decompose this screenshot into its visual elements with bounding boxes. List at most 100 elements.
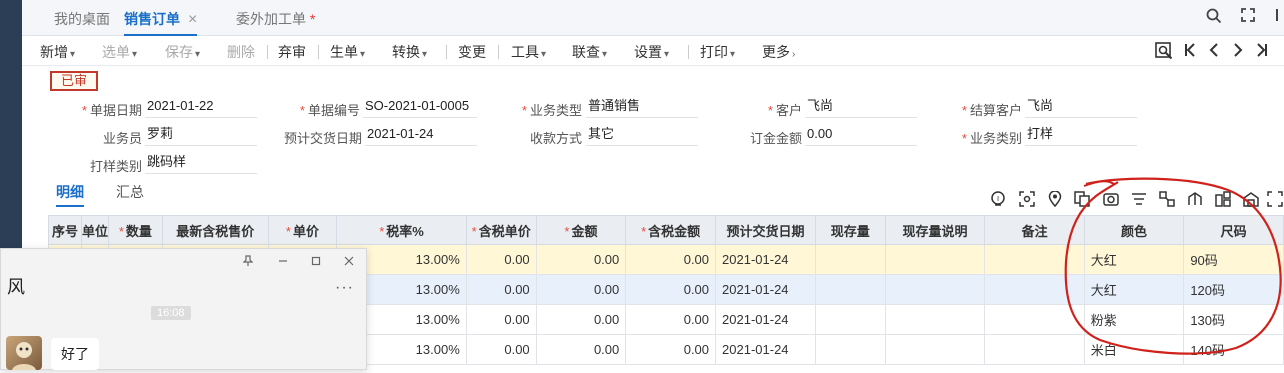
find-icon[interactable] xyxy=(1155,42,1173,65)
change-button[interactable]: 变更 xyxy=(458,42,486,62)
generate-button[interactable]: 生单 ▾ xyxy=(330,42,365,62)
close-icon[interactable] xyxy=(344,255,354,270)
settings-button[interactable]: 设置 ▾ xyxy=(634,42,669,62)
column-header[interactable]: 预计交货日期 xyxy=(715,215,816,245)
search-icon[interactable] xyxy=(1205,8,1223,26)
salesperson-field[interactable]: 罗莉 xyxy=(145,124,257,146)
minimize-icon[interactable] xyxy=(278,255,288,270)
table-cell[interactable]: 0.00 xyxy=(535,334,627,365)
lookup-button[interactable]: 联查 ▾ xyxy=(572,42,607,62)
table-cell[interactable]: 2021-01-24 xyxy=(715,304,816,335)
table-cell[interactable] xyxy=(984,274,1085,305)
location-icon[interactable] xyxy=(1046,190,1064,209)
expand-icon[interactable] xyxy=(1239,8,1257,26)
table-cell[interactable] xyxy=(884,334,986,365)
new-button[interactable]: 新增 ▾ xyxy=(40,42,75,62)
business-category-field[interactable]: 打样 xyxy=(1025,124,1137,146)
column-header[interactable]: 现存量 xyxy=(814,215,886,245)
more-button[interactable]: 更多 › xyxy=(762,42,795,62)
filter-icon[interactable] xyxy=(1130,191,1148,209)
table-cell[interactable]: 0.00 xyxy=(625,334,717,365)
column-header[interactable]: * 含税单价 xyxy=(465,215,537,245)
table-cell[interactable]: 0.00 xyxy=(625,244,717,275)
close-window-icon[interactable] xyxy=(1272,8,1284,26)
table-cell[interactable]: 130码 xyxy=(1183,304,1284,335)
table-cell[interactable] xyxy=(814,244,886,275)
column-header[interactable]: * 含税金额 xyxy=(625,215,717,245)
table-cell[interactable]: 0.00 xyxy=(465,244,537,275)
table-cell[interactable]: 0.00 xyxy=(535,274,627,305)
table-cell[interactable]: 大红 xyxy=(1083,274,1185,305)
table-cell[interactable]: 0.00 xyxy=(535,304,627,335)
save-button[interactable]: 保存 ▾ xyxy=(165,42,200,62)
warehouse-icon[interactable] xyxy=(1242,191,1260,209)
split-icon[interactable] xyxy=(1158,191,1176,209)
previous-record-icon[interactable] xyxy=(1208,41,1220,64)
table-cell[interactable]: 0.00 xyxy=(465,304,537,335)
column-header[interactable]: 备注 xyxy=(984,215,1085,245)
table-cell[interactable]: 0.00 xyxy=(625,274,717,305)
convert-button[interactable]: 转换 ▾ xyxy=(392,42,427,62)
table-cell[interactable]: 120码 xyxy=(1183,274,1284,305)
column-header[interactable]: * 金额 xyxy=(535,215,627,245)
business-type-field[interactable]: 普通销售 xyxy=(586,96,698,118)
table-cell[interactable] xyxy=(984,304,1085,335)
table-cell[interactable]: 粉紫 xyxy=(1083,304,1185,335)
fullscreen-icon[interactable] xyxy=(1266,191,1284,209)
table-cell[interactable] xyxy=(884,274,986,305)
print-button[interactable]: 打印 ▾ xyxy=(700,42,735,62)
table-cell[interactable] xyxy=(814,334,886,365)
table-cell[interactable] xyxy=(814,304,886,335)
column-header[interactable]: 颜色 xyxy=(1083,215,1185,245)
table-cell[interactable]: 140码 xyxy=(1183,334,1284,365)
customer-field[interactable]: 飞尚 xyxy=(805,96,917,118)
last-record-icon[interactable] xyxy=(1256,41,1268,64)
tools-button[interactable]: 工具 ▾ xyxy=(511,42,546,62)
table-cell[interactable]: 0.00 xyxy=(625,304,717,335)
sample-category-field[interactable]: 跳码样 xyxy=(145,152,257,174)
tab-my-desktop[interactable]: 我的桌面 xyxy=(54,0,110,36)
deposit-amount-field[interactable]: 0.00 xyxy=(805,124,917,146)
table-cell[interactable]: 大红 xyxy=(1083,244,1185,275)
table-cell[interactable] xyxy=(884,244,986,275)
column-header[interactable]: * 税率% xyxy=(336,215,467,245)
next-record-icon[interactable] xyxy=(1232,41,1244,64)
more-options-icon[interactable]: ··· xyxy=(335,279,354,297)
merge-icon[interactable] xyxy=(1186,191,1204,209)
column-header[interactable]: * 单价 xyxy=(267,215,338,245)
column-header[interactable]: 最新含税售价 xyxy=(161,215,269,245)
delete-button[interactable]: 删除 xyxy=(227,42,255,62)
camera-icon[interactable] xyxy=(1102,191,1120,209)
select-doc-button[interactable]: 选单 ▾ xyxy=(102,42,137,62)
table-cell[interactable] xyxy=(984,244,1085,275)
first-record-icon[interactable] xyxy=(1184,41,1196,64)
tab-detail[interactable]: 明细 xyxy=(56,182,84,207)
tab-sales-order[interactable]: 销售订单 × xyxy=(124,0,198,36)
table-cell[interactable] xyxy=(814,274,886,305)
maximize-icon[interactable] xyxy=(311,255,321,270)
tab-outsourcing-order[interactable]: 委外加工单 * xyxy=(236,0,315,36)
column-header[interactable]: 单位 xyxy=(80,215,109,245)
table-cell[interactable]: 2021-01-24 xyxy=(715,274,816,305)
table-cell[interactable]: 90码 xyxy=(1183,244,1284,275)
payment-method-field[interactable]: 其它 xyxy=(586,124,698,146)
barcode-icon[interactable]: I xyxy=(989,191,1007,209)
pin-icon[interactable] xyxy=(242,255,254,270)
table-cell[interactable]: 2021-01-24 xyxy=(715,334,816,365)
chat-window[interactable]: 风 ··· 16:08 好了 xyxy=(0,248,367,370)
column-header[interactable]: 序号 xyxy=(48,215,82,245)
expected-delivery-field[interactable]: 2021-01-24 xyxy=(365,124,477,146)
tab-summary[interactable]: 汇总 xyxy=(116,182,144,202)
doc-number-field[interactable]: SO-2021-01-0005 xyxy=(363,96,477,118)
scan-icon[interactable] xyxy=(1018,191,1036,209)
close-icon[interactable]: × xyxy=(188,11,197,28)
layout-icon[interactable] xyxy=(1214,191,1232,209)
unapprove-button[interactable]: 弃审 xyxy=(278,42,306,62)
table-cell[interactable] xyxy=(884,304,986,335)
column-header[interactable]: 尺码 xyxy=(1183,215,1284,245)
table-cell[interactable]: 2021-01-24 xyxy=(715,244,816,275)
copy-icon[interactable] xyxy=(1073,191,1091,209)
column-header[interactable]: 现存量说明 xyxy=(884,215,986,245)
table-cell[interactable]: 0.00 xyxy=(535,244,627,275)
column-header[interactable]: * 数量 xyxy=(107,215,163,245)
